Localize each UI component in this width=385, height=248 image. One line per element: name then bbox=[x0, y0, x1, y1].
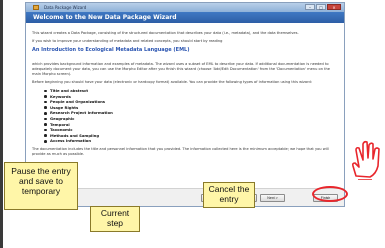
info-types-list: Title and abstract Keywords People and O… bbox=[44, 88, 334, 144]
closing-paragraph: The documentation includes the title and… bbox=[32, 146, 329, 156]
background-paragraph: which provides background information an… bbox=[32, 62, 331, 76]
pointing-hand-icon bbox=[351, 140, 380, 180]
cancel-callout: Cancel the entry bbox=[203, 182, 255, 208]
minimize-button[interactable]: – bbox=[305, 4, 315, 10]
maximize-button[interactable]: □ bbox=[316, 4, 326, 10]
eml-intro-link[interactable]: An Introduction to Ecological Metadata L… bbox=[32, 47, 334, 54]
finish-highlight-ring bbox=[312, 186, 348, 202]
pause-callout: Pause the entry and save to temporary bbox=[4, 162, 78, 210]
wizard-content: This wizard creates a Data Package, cons… bbox=[32, 31, 334, 160]
close-button[interactable]: × bbox=[327, 4, 341, 10]
left-edge-bar bbox=[0, 0, 3, 248]
wizard-header: Welcome to the New Data Package Wizard bbox=[26, 12, 344, 23]
list-item: Access Information bbox=[44, 138, 334, 144]
current-step-callout: Current step bbox=[90, 206, 140, 232]
reading-paragraph: If you wish to improve your understandin… bbox=[32, 39, 223, 43]
intro-paragraph: This wizard creates a Data Package, cons… bbox=[32, 31, 299, 35]
next-button[interactable]: Next > bbox=[260, 194, 285, 202]
before-begin-paragraph: Before beginning you should have your da… bbox=[32, 80, 313, 84]
app-icon bbox=[33, 5, 39, 10]
title-bar[interactable]: Data Package Wizard – □ × bbox=[26, 3, 344, 12]
window-title: Data Package Wizard bbox=[44, 5, 87, 10]
